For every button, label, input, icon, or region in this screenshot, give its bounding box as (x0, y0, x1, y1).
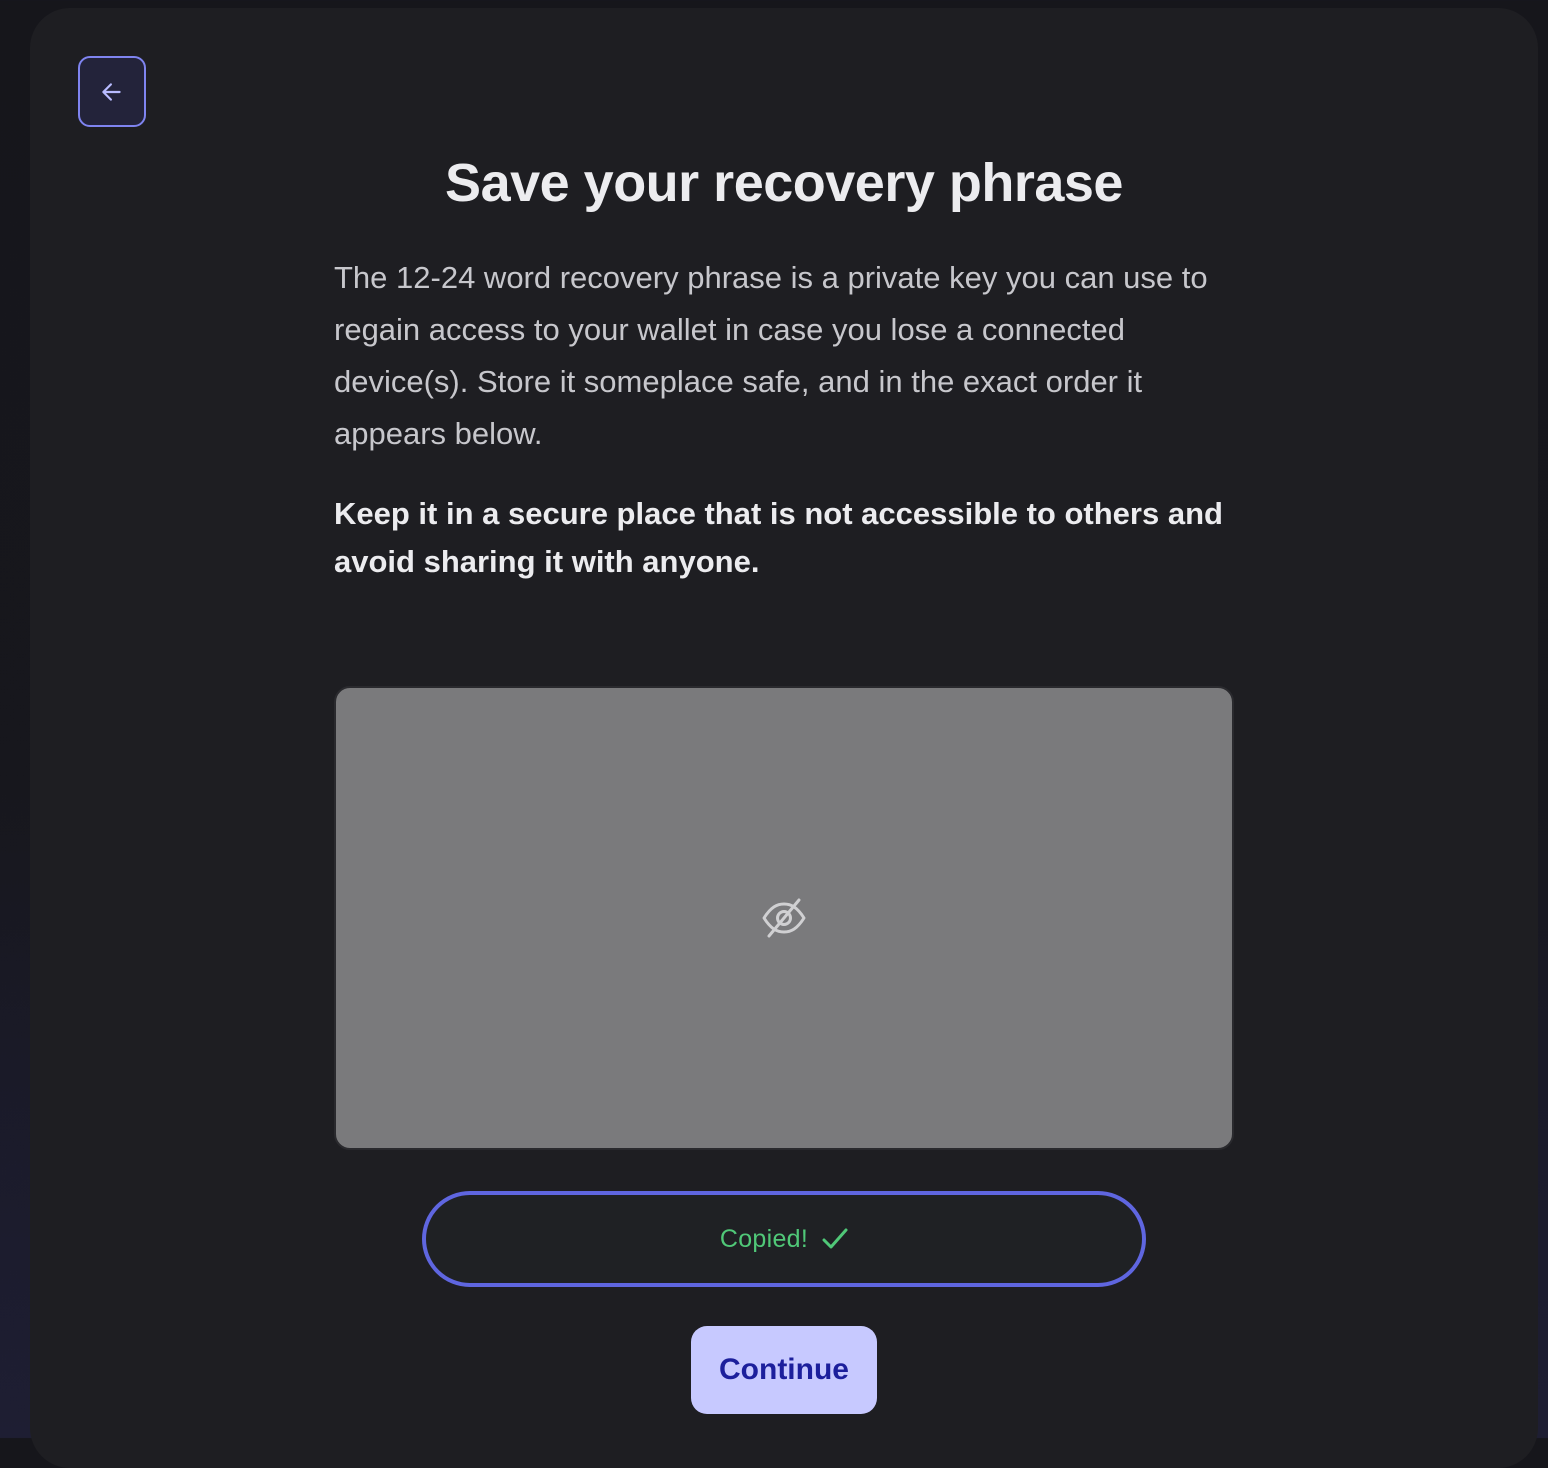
description-text: The 12-24 word recovery phrase is a priv… (334, 260, 1208, 451)
phrase-word (380, 734, 676, 768)
phrase-word (676, 950, 972, 984)
recovery-phrase-card: Save your recovery phrase The 12-24 word… (30, 8, 1538, 1468)
security-warning: Keep it in a secure place that is not ac… (334, 496, 1223, 579)
phrase-word (676, 1058, 972, 1092)
phrase-word (676, 734, 972, 768)
phrase-word (380, 950, 676, 984)
copy-button-label: Copied! (719, 1224, 809, 1253)
check-icon (822, 1228, 848, 1250)
recovery-phrase-box[interactable] (334, 686, 1234, 1150)
continue-button[interactable]: Continue (691, 1326, 877, 1414)
copy-phrase-button[interactable]: Copied! (422, 1191, 1146, 1287)
phrase-word (972, 842, 1192, 876)
phrase-word (972, 1058, 1192, 1092)
phrase-word (380, 1058, 676, 1092)
page-title: Save your recovery phrase (445, 153, 1123, 213)
back-button[interactable] (78, 56, 146, 127)
arrow-left-icon (99, 79, 125, 105)
eye-off-icon[interactable] (759, 895, 809, 941)
phrase-word (972, 734, 1192, 768)
phrase-word (380, 842, 676, 876)
phrase-word (972, 950, 1192, 984)
phrase-word (676, 842, 972, 876)
